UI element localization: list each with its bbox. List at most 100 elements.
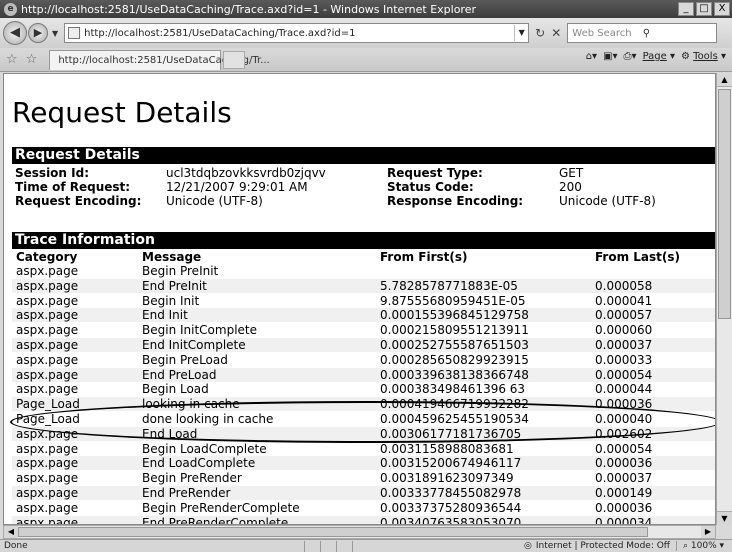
page-menu[interactable]: Page ▾ — [643, 51, 675, 62]
trace-from-first: 0.0031891623097349 — [380, 471, 514, 486]
trace-row: aspx.page Begin LoadComplete 0.00311589880… — [12, 442, 715, 456]
trace-message: Begin PreRender — [142, 471, 242, 486]
address-bar[interactable]: http://localhost:2581/UseDataCaching/Tra… — [64, 23, 530, 43]
security-zone[interactable]: ◎ Internet | Protected Mode: Off — [524, 541, 676, 551]
request-encoding-value: Unicode (UTF-8) — [166, 194, 263, 208]
address-dropdown-icon[interactable]: ▼ — [514, 25, 528, 41]
minimize-button[interactable]: _ — [678, 2, 694, 16]
trace-from-first: 0.000339638138366748 — [380, 367, 529, 382]
column-message: Message — [142, 250, 202, 264]
window-controls: _ □ X — [678, 2, 730, 16]
trace-from-last: 0.000149 — [595, 486, 653, 500]
trace-row: aspx.page End PreRender 0.0033377845508297… — [12, 486, 715, 500]
trace-from-last: 0.000036 — [595, 500, 653, 515]
trace-message: End InitComplete — [142, 338, 246, 352]
trace-from-first: 0.00340763583053070 — [380, 515, 522, 525]
trace-message: Begin Load — [142, 382, 209, 397]
zone-label: Internet | Protected Mode: Off — [535, 541, 670, 551]
tab-trace[interactable]: http://localhost:2581/UseDataCaching/Tr.… — [49, 49, 270, 70]
trace-from-first: 0.000383498461396 63 — [380, 382, 526, 397]
trace-message: End LoadComplete — [142, 456, 256, 471]
trace-from-last: 0.000041 — [595, 293, 653, 308]
horizontal-scroll-thumb[interactable] — [18, 527, 648, 537]
session-id-value: ucl3tdqbzovkksvrdb0zjqvv — [166, 166, 326, 180]
add-favorites-icon[interactable]: ☆ — [26, 52, 38, 67]
scroll-up-icon[interactable]: ▲ — [717, 73, 732, 87]
trace-row: aspx.page Begin InitComplete 0.00021580955… — [12, 323, 715, 337]
trace-row: aspx.page Begin PreRenderComplete 0.003373… — [12, 501, 715, 515]
close-button[interactable]: X — [714, 2, 730, 16]
trace-from-last: 0.000037 — [595, 471, 653, 486]
search-input[interactable]: Web Search ⚲ — [567, 23, 718, 43]
trace-from-last: 0.000033 — [595, 352, 653, 367]
trace-category: aspx.page — [16, 500, 79, 515]
trace-from-last: 0.000034 — [595, 515, 653, 525]
status-text: Done — [4, 541, 28, 551]
trace-category: aspx.page — [16, 308, 79, 323]
column-from-last: From Last(s) — [595, 250, 681, 264]
request-details-header: Request Details — [12, 147, 715, 164]
status-code-value: 200 — [559, 180, 582, 194]
favorites-star-icon[interactable]: ☆ — [6, 52, 18, 67]
window-titlebar: e http://localhost:2581/UseDataCaching/T… — [0, 0, 732, 18]
refresh-icon[interactable]: ↻ — [535, 26, 545, 40]
zoom-control[interactable]: ⌕ 100% ▾ — [676, 541, 732, 551]
trace-row: aspx.page Begin Init 9.87555680959451E-05 0… — [12, 294, 715, 308]
trace-row: aspx.page End PreLoad 0.000339638138366748… — [12, 367, 715, 382]
zoom-level: 100% — [690, 541, 717, 551]
session-id-label: Session Id: — [15, 166, 89, 180]
trace-message: Begin Init — [142, 293, 200, 308]
new-tab-button[interactable] — [223, 50, 246, 69]
column-category: Category — [16, 250, 78, 264]
time-of-request-label: Time of Request: — [15, 180, 131, 194]
status-separator — [320, 540, 336, 552]
status-separator — [352, 540, 368, 552]
trace-from-last: 0.000057 — [595, 308, 653, 323]
feeds-icon[interactable]: ▣▾ — [603, 51, 617, 62]
status-bar: Done ◎ Internet | Protected Mode: Off ⌕ … — [0, 539, 732, 552]
scroll-down-icon[interactable]: ▼ — [717, 511, 732, 525]
window-title: http://localhost:2581/UseDataCaching/Tra… — [21, 2, 476, 16]
trace-category: aspx.page — [16, 338, 79, 352]
page-icon — [68, 27, 81, 39]
trace-category: aspx.page — [16, 441, 79, 456]
navigation-bar: ◀ ▶ ▼ http://localhost:2581/UseDataCachi… — [0, 18, 732, 48]
vertical-scroll-thumb[interactable] — [718, 89, 731, 319]
status-separator — [336, 540, 352, 552]
trace-from-last: 0.000054 — [595, 367, 653, 382]
trace-from-last: 0.000060 — [595, 323, 653, 338]
stop-icon[interactable]: ✕ — [551, 26, 561, 40]
horizontal-scrollbar[interactable]: ◀ ▶ — [3, 525, 716, 539]
scroll-left-icon[interactable]: ◀ — [4, 526, 18, 538]
trace-message: End PreLoad — [142, 367, 217, 382]
address-input[interactable]: http://localhost:2581/UseDataCaching/Tra… — [84, 28, 514, 39]
ie-logo-icon: e — [4, 2, 17, 16]
print-icon[interactable]: ⎙▾ — [624, 51, 637, 62]
trace-row: aspx.page End Init 0.000155396845129758 0.0… — [12, 308, 715, 323]
home-icon[interactable]: ⌂▾ — [586, 51, 597, 62]
history-dropdown-icon[interactable]: ▼ — [52, 29, 58, 38]
response-encoding-label: Response Encoding: — [387, 194, 524, 208]
back-button[interactable]: ◀ — [3, 21, 27, 45]
trace-from-first: 0.0031158988083681 — [380, 441, 514, 456]
trace-category: aspx.page — [16, 323, 79, 338]
page-viewport: Request Details Request Details Session … — [3, 73, 716, 525]
forward-button[interactable]: ▶ — [28, 23, 48, 43]
trace-from-first: 0.00337375280936544 — [380, 500, 522, 515]
trace-row: aspx.page End LoadComplete 0.0031520067494… — [12, 456, 715, 471]
vertical-scrollbar[interactable]: ▲ ▼ — [716, 73, 732, 525]
scroll-corner — [716, 525, 732, 539]
trace-category: aspx.page — [16, 456, 79, 471]
scroll-right-icon[interactable]: ▶ — [701, 526, 715, 538]
trace-row: aspx.page Begin PreInit — [12, 264, 715, 278]
maximize-button[interactable]: □ — [696, 2, 712, 16]
trace-information-header: Trace Information — [12, 232, 715, 249]
status-code-label: Status Code: — [387, 180, 474, 194]
tools-menu[interactable]: ⚙ Tools ▾ — [681, 51, 726, 62]
trace-from-first: 9.87555680959451E-05 — [380, 293, 526, 308]
trace-row: aspx.page Begin PreRender 0.00318916230973… — [12, 471, 715, 485]
trace-row: aspx.page End InitComplete 0.0002527555876… — [12, 338, 715, 352]
trace-from-last: 0.000054 — [595, 441, 653, 456]
search-icon[interactable]: ⚲ — [643, 28, 717, 39]
trace-row: aspx.page End PreRenderComplete 0.00340763… — [12, 515, 715, 525]
